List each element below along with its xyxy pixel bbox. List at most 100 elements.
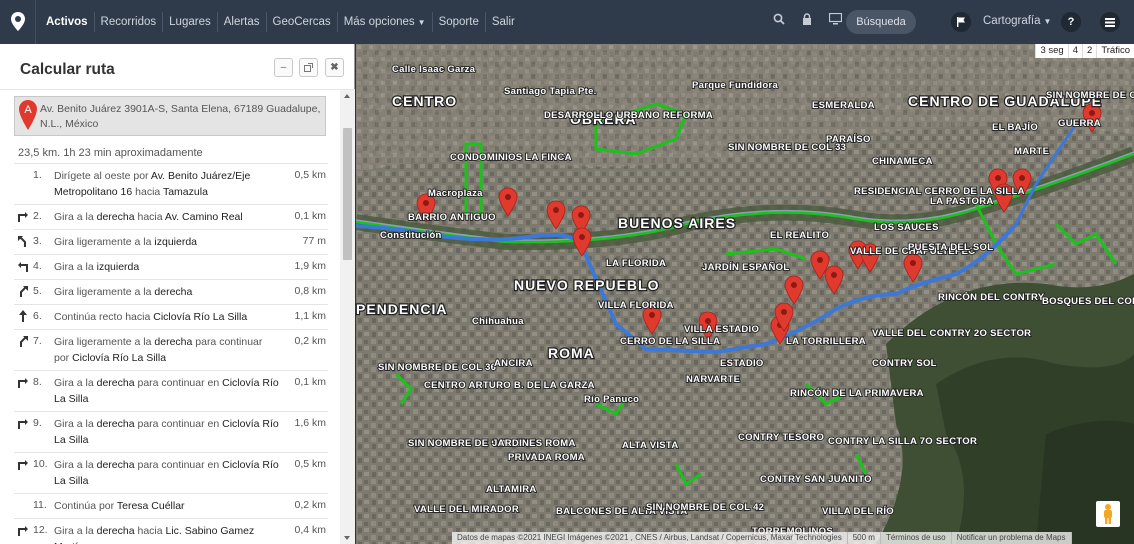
close-button[interactable]: ✖	[325, 58, 344, 77]
map-label: ESTADIO	[720, 358, 764, 369]
map-label: RINCÓN DEL CONTRY	[938, 291, 1045, 303]
traffic-toggle[interactable]: Tráfico	[1096, 44, 1134, 58]
route-step-distance: 1,9 km	[294, 260, 326, 272]
route-step-phrase: Gira a la	[54, 418, 97, 430]
minimize-icon: –	[280, 62, 287, 73]
origin-marker-letter: A	[24, 104, 32, 116]
nav-recorridos[interactable]: Recorridos	[95, 12, 164, 32]
map-label: BARRIO ANTIGUO	[408, 212, 496, 223]
map-label: Calle Isaac Garza	[392, 64, 476, 75]
nav-salir[interactable]: Salir	[486, 12, 521, 32]
route-step[interactable]: 1. Dirígete al oeste por Av. Benito Juáre…	[14, 163, 328, 204]
map-attribution: Datos de mapas ©2021 INEGI Imágenes ©202…	[452, 532, 1072, 544]
scroll-up-arrow[interactable]	[344, 94, 350, 98]
panel-scrollbar[interactable]	[340, 90, 355, 544]
route-step-text: Continúa recto hacia Ciclovía Río La Sil…	[54, 309, 280, 325]
route-step[interactable]: 12. Gira a la derecha hacia Lic. Sabino G…	[14, 518, 328, 544]
route-step[interactable]: 6. Continúa recto hacia Ciclovía Río La S…	[14, 304, 328, 329]
map-label: BOSQUES DEL CONTRY A-6	[1042, 296, 1134, 307]
nav-activos[interactable]: Activos	[40, 12, 95, 32]
toolbar-icons	[772, 12, 842, 26]
route-step-emphasis: derecha	[96, 459, 135, 471]
help-button[interactable]: ?	[1061, 12, 1081, 32]
flag-icon	[957, 17, 965, 27]
route-step-number: 1.	[33, 169, 42, 181]
map-label: SIN NOMBRE DE COL 36	[378, 362, 496, 373]
route-step[interactable]: 9. Gira a la derecha para continuar en Ci…	[14, 411, 328, 452]
map-label: JARDÍN ESPAÑOL	[702, 262, 789, 273]
map-label: Parque Fundidora	[692, 80, 778, 91]
route-step[interactable]: 8. Gira a la derecha para continuar en Ci…	[14, 370, 328, 411]
vehicle-count[interactable]: 4	[1067, 44, 1083, 58]
route-step-distance: 77 m	[302, 235, 326, 247]
place-count[interactable]: 2	[1082, 44, 1097, 58]
route-step-emphasis: Teresa Cuéllar	[116, 500, 185, 512]
map-label: ROMA	[548, 345, 595, 361]
route-step-phrase: Gira a la	[54, 459, 97, 471]
flag-button[interactable]	[951, 12, 971, 32]
report-problem-link[interactable]: Notificar un problema de Maps	[952, 532, 1072, 544]
route-step[interactable]: 10. Gira a la derecha para continuar en C…	[14, 452, 328, 493]
route-step-emphasis: izquierda	[96, 261, 140, 273]
map-label: CONTRY TESORO	[738, 432, 824, 443]
route-panel: Calcular ruta – ✖ A Av. Benito Juárez 39…	[0, 44, 355, 544]
slight-left-icon	[18, 236, 26, 247]
map-label: GUERRA	[1058, 118, 1101, 129]
cartografia-label: Cartografía	[983, 15, 1041, 27]
nav-alertas[interactable]: Alertas	[218, 12, 267, 32]
caret-down-icon: ▼	[1043, 17, 1052, 26]
route-summary: 23,5 km. 1h 23 min aproximadamente	[18, 147, 203, 159]
panel-header: Calcular ruta – ✖	[0, 44, 355, 90]
street-view-button[interactable]	[1096, 501, 1120, 527]
route-step[interactable]: 3. Gira ligeramente a la izquierda 77 m	[14, 229, 328, 254]
scrollbar-thumb[interactable]	[343, 128, 352, 260]
popout-button[interactable]	[299, 58, 318, 77]
app-logo[interactable]	[0, 0, 36, 44]
search-button[interactable]: Búsqueda	[846, 10, 916, 34]
nav-geocercas[interactable]: GeoCercas	[267, 12, 338, 32]
minimize-button[interactable]: –	[274, 58, 293, 77]
route-step[interactable]: 2. Gira a la derecha hacia Av. Camino Rea…	[14, 204, 328, 229]
map-label: EL REALITO	[770, 230, 829, 241]
route-step-phrase: Gira ligeramente a la	[54, 286, 155, 298]
map-label: LA FLORIDA	[606, 258, 666, 269]
lock-icon[interactable]	[800, 12, 814, 26]
route-step-text: Continúa por Teresa Cuéllar	[54, 498, 280, 514]
map-label: VILLA ESTADIO	[684, 324, 759, 335]
route-step[interactable]: 5. Gira ligeramente a la derecha 0,8 km	[14, 279, 328, 304]
satellite-map[interactable]: Calle Isaac Garza Santiago Tapia Pte. OBRE…	[356, 44, 1134, 544]
scroll-down-arrow[interactable]	[344, 536, 350, 540]
map-canvas[interactable]: Calle Isaac GarzaSantiago Tapia Pte.OBRE…	[356, 44, 1134, 544]
terms-link[interactable]: Términos de uso	[881, 532, 952, 544]
cartografia-dropdown[interactable]: Cartografía ▼	[983, 15, 1051, 27]
directions-list[interactable]: A Av. Benito Juárez 3901A-S, Santa Elena…	[0, 90, 340, 544]
route-step[interactable]: 4. Gira a la izquierda 1,9 km	[14, 254, 328, 279]
map-label: SIN NOMBRE DE COL 31	[1046, 90, 1134, 101]
map-label: VILLA FLORIDA	[598, 300, 674, 311]
menu-button[interactable]	[1100, 12, 1120, 32]
route-step-phrase: Gira ligeramente a la	[54, 236, 155, 248]
monitor-icon[interactable]	[828, 12, 842, 26]
origin-address-text: Av. Benito Juárez 3901A-S, Santa Elena, …	[40, 103, 321, 130]
route-step-phrase: Continúa recto hacia	[54, 311, 154, 323]
map-label: CERRO DE LA SILLA	[620, 336, 720, 347]
route-step[interactable]: 11. Continúa por Teresa Cuéllar 0,2 km	[14, 493, 328, 518]
map-label: CHINAMECA	[872, 156, 933, 167]
nav-soporte[interactable]: Soporte	[433, 12, 486, 32]
map-scale[interactable]: 500 m	[848, 532, 881, 544]
route-step[interactable]: 7. Gira ligeramente a la derecha para con…	[14, 329, 328, 370]
route-step-phrase: para continuar en	[134, 459, 223, 471]
route-step-distance: 1,1 km	[294, 310, 326, 322]
map-label: CONTRY LA SILLA 7O SECTOR	[828, 436, 977, 447]
route-step-emphasis: derecha	[96, 418, 135, 430]
route-step-emphasis: derecha	[96, 525, 135, 537]
nav-lugares[interactable]: Lugares	[163, 12, 218, 32]
nav-mas-opciones[interactable]: Más opciones ▼	[338, 12, 433, 32]
search-icon[interactable]	[772, 12, 786, 26]
help-icon: ?	[1067, 16, 1075, 28]
map-label: Macroplaza	[428, 188, 483, 199]
refresh-timer[interactable]: 3 seg	[1035, 44, 1068, 58]
map-label: ESMERALDA	[812, 100, 875, 111]
map-label: VILLA DEL RÍO	[822, 506, 894, 517]
route-step-number: 9.	[33, 417, 42, 429]
